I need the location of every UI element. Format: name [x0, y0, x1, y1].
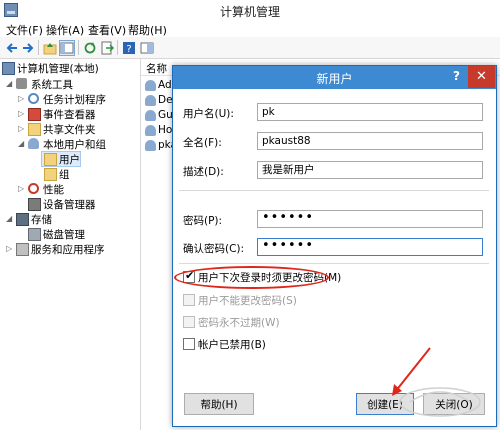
forward-icon[interactable] [20, 40, 36, 56]
export-list-icon[interactable] [99, 40, 115, 56]
annotation-ellipse [174, 266, 329, 289]
clock-icon [28, 93, 39, 104]
show-console-tree-icon[interactable] [59, 40, 75, 56]
menu-file[interactable]: 文件(F) [6, 22, 43, 38]
expand-icon[interactable]: ▷ [18, 124, 24, 133]
tree-item-users[interactable]: 用户 [41, 151, 81, 167]
username-label: 用户名(U): [183, 108, 234, 120]
event-icon [28, 108, 41, 121]
password-never-expires-label: 密码永不过期(W) [198, 317, 280, 329]
help-icon[interactable]: ? [453, 69, 460, 83]
user-icon [145, 125, 156, 136]
collapse-icon[interactable]: ◢ [18, 139, 24, 148]
help-icon[interactable]: ? [121, 40, 137, 56]
account-disabled-checkbox[interactable] [183, 338, 195, 350]
divider [179, 190, 489, 191]
watermark-logo [399, 387, 481, 417]
close-icon[interactable]: ✕ [468, 66, 495, 88]
refresh-icon[interactable] [82, 40, 98, 56]
back-icon[interactable] [4, 40, 20, 56]
fullname-label: 全名(F): [183, 137, 222, 149]
menu-help[interactable]: 帮助(H) [128, 22, 167, 38]
dialog-title: 新用户 [316, 72, 353, 86]
column-name-header[interactable]: 名称 [146, 61, 167, 76]
account-disabled-label: 帐户已禁用(B) [198, 339, 266, 351]
username-field[interactable]: pk [257, 103, 483, 121]
collapse-icon[interactable]: ◢ [6, 79, 12, 88]
folder-icon [44, 168, 57, 181]
cannot-change-password-checkbox [183, 294, 195, 306]
disk-icon [28, 228, 41, 241]
users-icon [28, 138, 39, 149]
menu-view[interactable]: 查看(V) [88, 22, 126, 38]
console-tree: 计算机管理(本地) ◢ 系统工具 ▷ 任务计划程序 ▷ 事件查看器 ▷ 共享文件… [0, 59, 141, 430]
expand-icon[interactable]: ▷ [18, 94, 24, 103]
folder-icon [44, 153, 57, 166]
help-button[interactable]: 帮助(H) [184, 393, 254, 415]
user-icon [145, 95, 156, 106]
window-titlebar: 计算机管理 [0, 0, 500, 20]
expand-icon[interactable]: ▷ [18, 184, 24, 193]
password-never-expires-checkbox [183, 316, 195, 328]
password-field[interactable]: •••••• [257, 210, 483, 228]
menu-action[interactable]: 操作(A) [46, 22, 84, 38]
tools-icon [16, 78, 27, 89]
cannot-change-password-label: 用户不能更改密码(S) [198, 295, 297, 307]
description-label: 描述(D): [183, 166, 224, 178]
description-field[interactable]: 我是新用户 [257, 161, 483, 179]
toolbar: ? [0, 37, 500, 59]
expand-icon[interactable]: ▷ [18, 109, 24, 118]
password-label: 密码(P): [183, 215, 223, 227]
performance-icon [28, 183, 39, 194]
fullname-field[interactable]: pkaust88 [257, 132, 483, 150]
up-folder-icon[interactable] [42, 40, 58, 56]
divider [179, 263, 489, 264]
window-title: 计算机管理 [219, 5, 280, 19]
user-icon [145, 110, 156, 121]
confirm-password-field[interactable]: •••••• [257, 238, 483, 256]
new-user-dialog: 新用户 ? ✕ 用户名(U): pk 全名(F): pkaust88 描述(D)… [172, 65, 497, 427]
user-icon [145, 80, 156, 91]
confirm-password-label: 确认密码(C): [183, 243, 245, 255]
properties-pane-icon[interactable] [139, 40, 155, 56]
user-icon [145, 140, 156, 151]
svg-text:?: ? [126, 44, 131, 55]
services-icon [16, 243, 29, 256]
menu-bar: 文件(F) 操作(A) 查看(V) 帮助(H) [0, 20, 500, 37]
device-icon [28, 198, 41, 211]
collapse-icon[interactable]: ◢ [6, 214, 12, 223]
storage-icon [16, 213, 29, 226]
computer-icon [2, 62, 15, 75]
folder-icon [28, 123, 41, 136]
dialog-titlebar: 新用户 ? ✕ [173, 66, 496, 89]
expand-icon[interactable]: ▷ [6, 244, 12, 253]
